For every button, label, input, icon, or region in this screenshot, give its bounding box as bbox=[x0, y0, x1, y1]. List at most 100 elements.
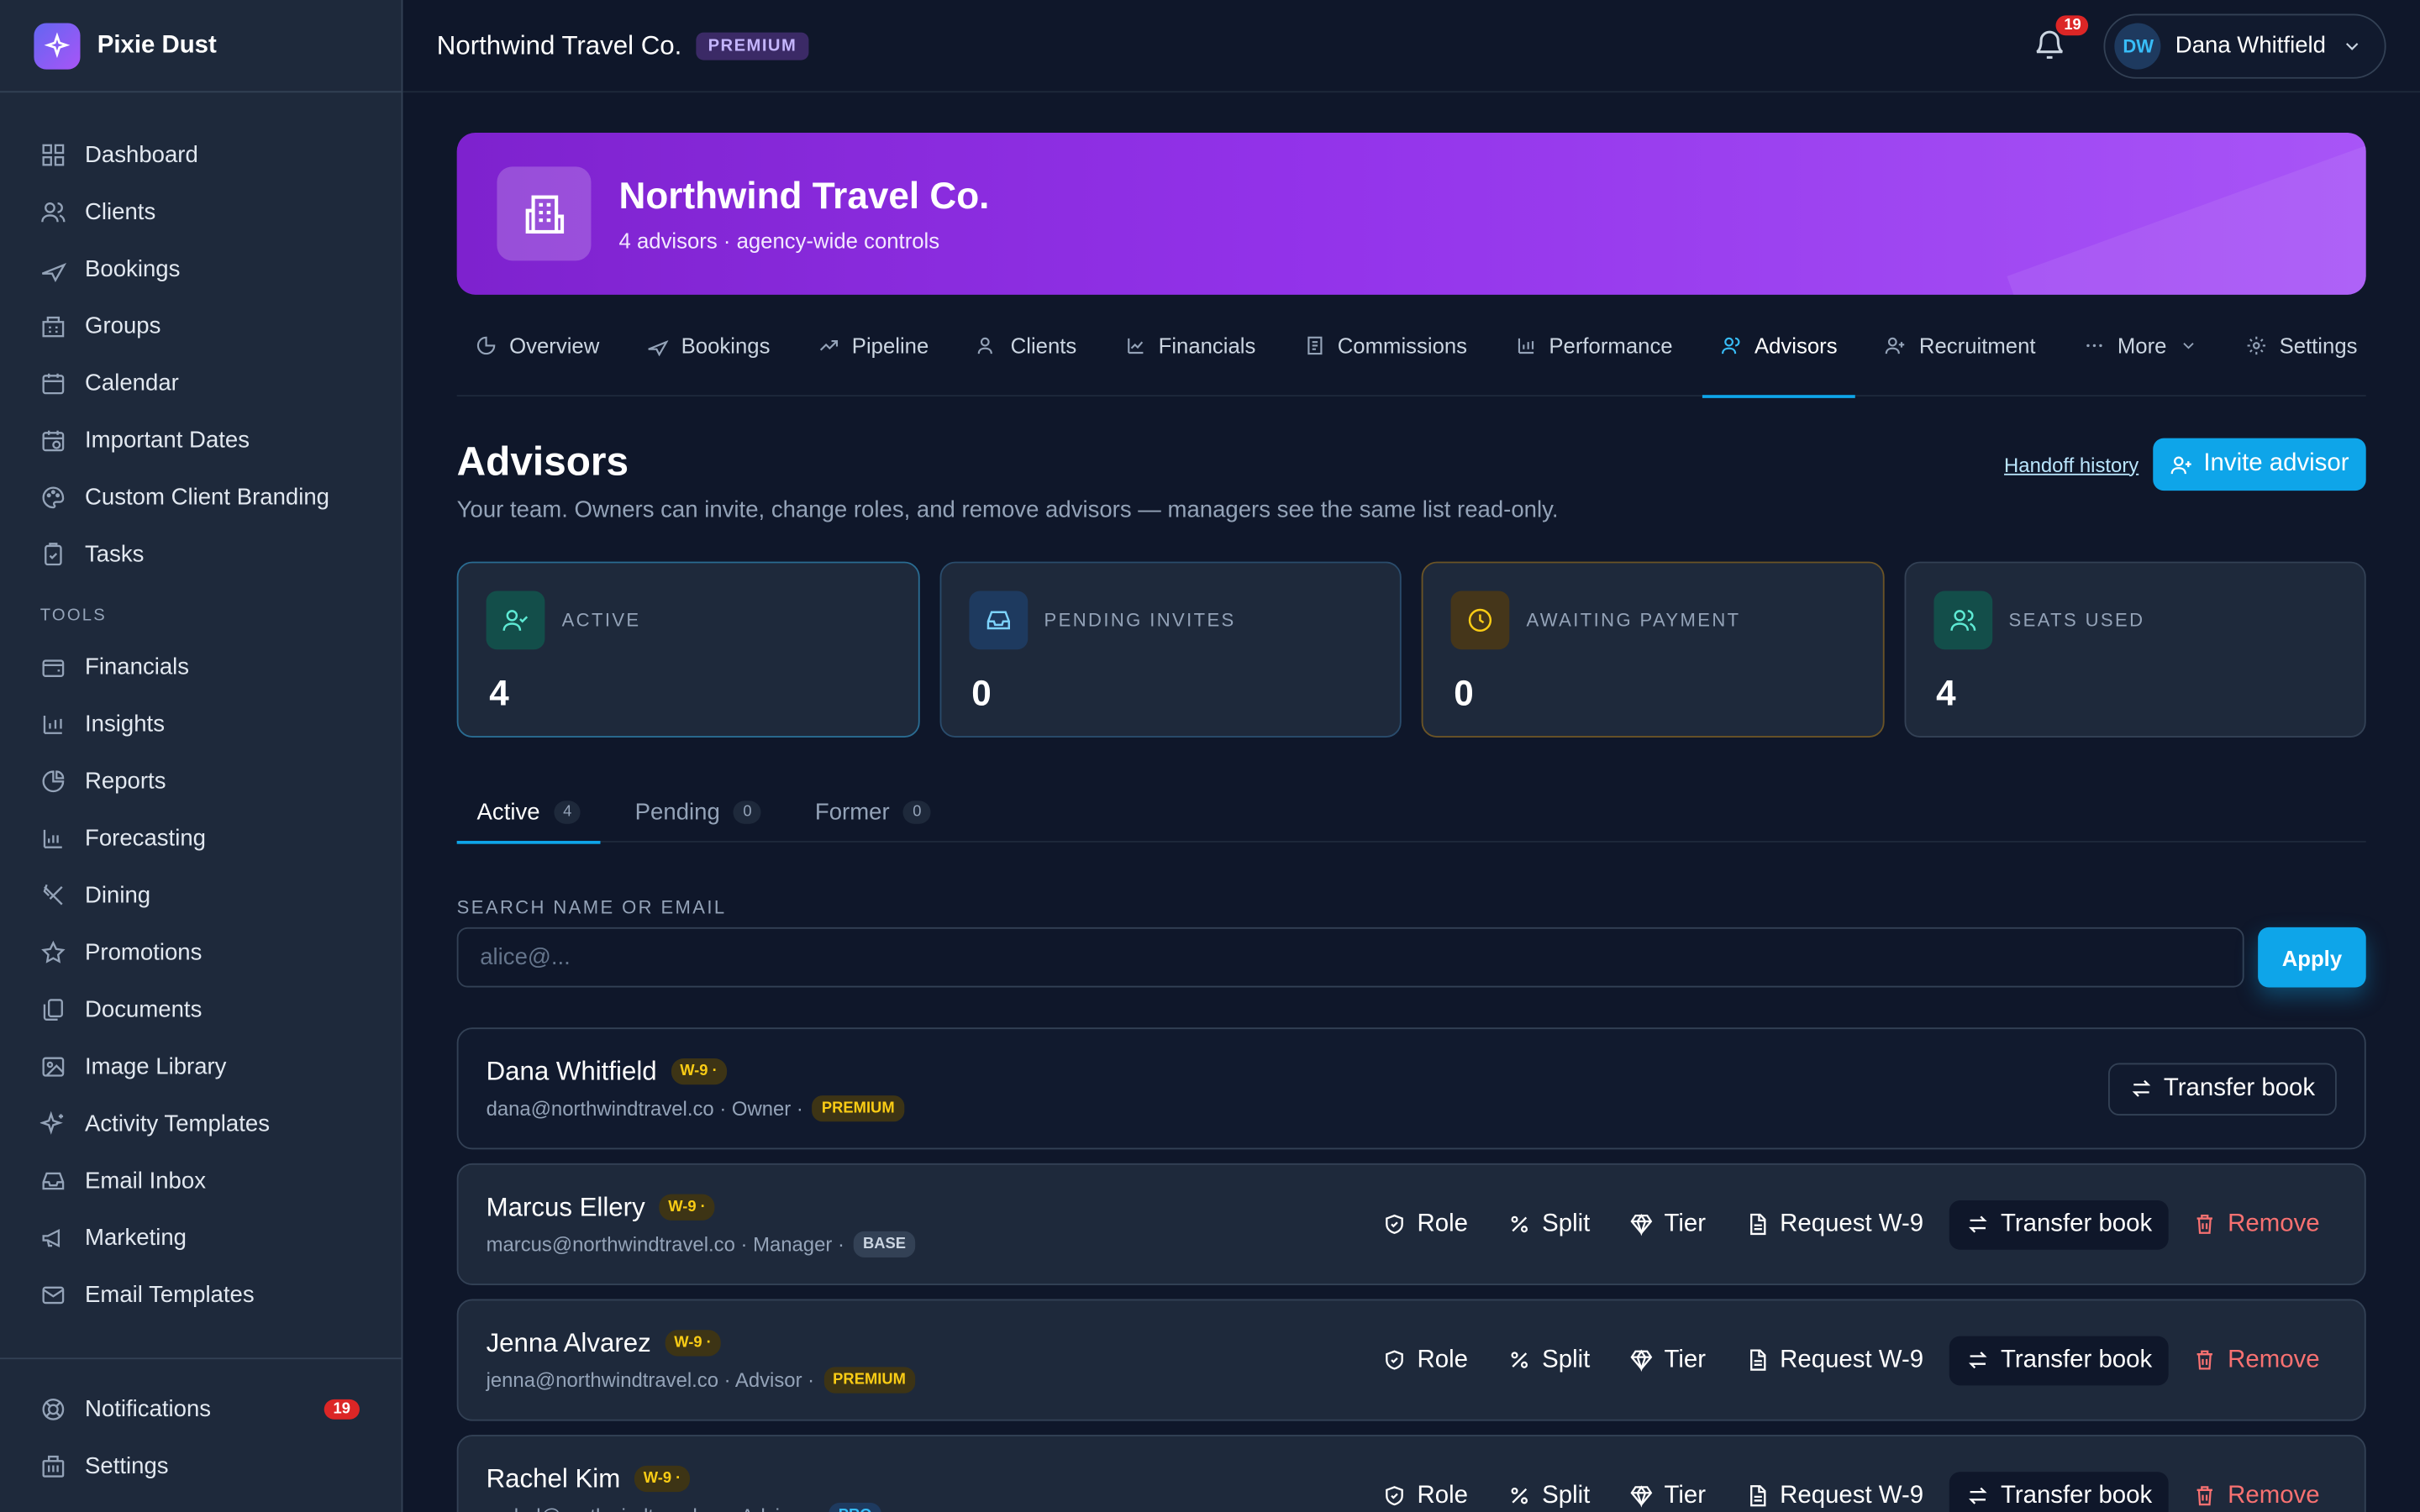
tab-clients[interactable]: Clients bbox=[976, 295, 1076, 396]
sidebar-item-email-inbox[interactable]: Email Inbox bbox=[0, 1152, 402, 1210]
sidebar-item-insights[interactable]: Insights bbox=[0, 696, 402, 753]
sidebar-item-activity-templates[interactable]: Activity Templates bbox=[0, 1095, 402, 1152]
tab-performance[interactable]: Performance bbox=[1515, 295, 1673, 396]
transfer-book-button[interactable]: Transfer book bbox=[1949, 1335, 2170, 1385]
role-button[interactable]: Role bbox=[1383, 1336, 1468, 1385]
line-chart-icon bbox=[1124, 335, 1146, 357]
sidebar-item-clients[interactable]: Clients bbox=[0, 184, 402, 241]
sidebar-item-calendar[interactable]: Calendar bbox=[0, 354, 402, 412]
user-menu-button[interactable]: DW Dana Whitfield bbox=[2104, 13, 2386, 78]
remove-button[interactable]: Remove bbox=[2194, 1471, 2320, 1512]
action-label: Split bbox=[1542, 1210, 1591, 1237]
notifications-button[interactable]: 19 bbox=[2033, 14, 2089, 64]
role-button[interactable]: Role bbox=[1383, 1471, 1468, 1512]
tab-commissions[interactable]: Commissions bbox=[1303, 295, 1467, 396]
calendar-clock-icon bbox=[40, 428, 66, 454]
sidebar-item-documents[interactable]: Documents bbox=[0, 981, 402, 1038]
action-label: Tier bbox=[1664, 1482, 1706, 1509]
sidebar-item-forecasting[interactable]: Forecasting bbox=[0, 810, 402, 867]
sidebar-item-reports[interactable]: Reports bbox=[0, 753, 402, 810]
advisor-meta: jenna@northwindtravel.co · Advisor · bbox=[486, 1368, 815, 1391]
sidebar-item-dining[interactable]: Dining bbox=[0, 867, 402, 924]
action-label: Tier bbox=[1664, 1210, 1706, 1237]
sidebar-item-custom-client-branding[interactable]: Custom Client Branding bbox=[0, 469, 402, 526]
star-icon bbox=[40, 940, 66, 966]
sidebar-item-image-library[interactable]: Image Library bbox=[0, 1038, 402, 1095]
tier-button[interactable]: Tier bbox=[1630, 1200, 1706, 1249]
more-horizontal-icon bbox=[2083, 335, 2105, 357]
w9-badge: W-9 · bbox=[665, 1330, 721, 1357]
users-icon bbox=[976, 335, 998, 357]
search-input[interactable] bbox=[456, 927, 2244, 988]
advisor-row: Jenna Alvarez W-9 · jenna@northwindtravel… bbox=[456, 1299, 2366, 1421]
tab-overview[interactable]: Overview bbox=[476, 295, 599, 396]
request-w9-button[interactable]: Request W-9 bbox=[1746, 1336, 1923, 1385]
action-label: Remove bbox=[2228, 1346, 2320, 1373]
brand[interactable]: Pixie Dust bbox=[0, 0, 402, 93]
remove-button[interactable]: Remove bbox=[2194, 1336, 2320, 1385]
invite-advisor-button[interactable]: Invite advisor bbox=[2152, 438, 2366, 491]
apply-button[interactable]: Apply bbox=[2258, 927, 2366, 988]
sidebar-item-financials[interactable]: Financials bbox=[0, 638, 402, 696]
advisor-name: Marcus Ellery bbox=[486, 1191, 645, 1221]
split-button[interactable]: Split bbox=[1508, 1200, 1591, 1249]
arrows-swap-icon bbox=[1967, 1213, 1991, 1236]
sidebar-item-groups[interactable]: Groups bbox=[0, 297, 402, 354]
request-w9-button[interactable]: Request W-9 bbox=[1746, 1200, 1923, 1249]
split-button[interactable]: Split bbox=[1508, 1336, 1590, 1385]
tab-financials[interactable]: Financials bbox=[1124, 295, 1255, 396]
action-label: Split bbox=[1542, 1482, 1591, 1509]
files-icon bbox=[40, 997, 66, 1023]
transfer-book-button[interactable]: Transfer book bbox=[1949, 1471, 2170, 1512]
sidebar-item-settings[interactable]: Settings bbox=[0, 1438, 402, 1495]
split-button[interactable]: Split bbox=[1508, 1471, 1591, 1512]
subtab-label: Pending bbox=[634, 798, 720, 825]
user-check-icon bbox=[486, 591, 545, 650]
remove-button[interactable]: Remove bbox=[2194, 1200, 2320, 1249]
avatar: DW bbox=[2115, 22, 2162, 69]
subtab-pending[interactable]: Pending 0 bbox=[615, 780, 781, 842]
page-subtitle: Your team. Owners can invite, change rol… bbox=[456, 496, 1559, 523]
stat-label: ACTIVE bbox=[561, 609, 641, 632]
stat-card-seats-used: SEATS USED 4 bbox=[1903, 561, 2366, 738]
utensils-icon bbox=[40, 883, 66, 909]
tab-advisors[interactable]: Advisors bbox=[1702, 295, 1855, 398]
action-label: Request W-9 bbox=[1780, 1482, 1924, 1509]
sidebar-item-promotions[interactable]: Promotions bbox=[0, 924, 402, 981]
sidebar-item-notifications[interactable]: Notifications 19 bbox=[0, 1381, 402, 1438]
action-label: Transfer book bbox=[2000, 1210, 2153, 1237]
sidebar-item-tasks[interactable]: Tasks bbox=[0, 526, 402, 583]
action-label: Transfer book bbox=[2000, 1346, 2153, 1373]
sidebar-item-label: Email Inbox bbox=[85, 1168, 206, 1194]
sidebar-item-email-templates[interactable]: Email Templates bbox=[0, 1267, 402, 1324]
tab-label: Bookings bbox=[681, 333, 771, 359]
tab-pipeline[interactable]: Pipeline bbox=[818, 295, 929, 396]
tab-bookings[interactable]: Bookings bbox=[647, 295, 770, 396]
transfer-book-button[interactable]: Transfer book bbox=[2107, 1062, 2337, 1116]
w9-badge: W-9 · bbox=[671, 1058, 727, 1085]
subtab-active[interactable]: Active 4 bbox=[456, 780, 602, 844]
sidebar-item-bookings[interactable]: Bookings bbox=[0, 241, 402, 298]
role-button[interactable]: Role bbox=[1383, 1200, 1468, 1249]
tab-recruitment[interactable]: Recruitment bbox=[1886, 295, 2036, 396]
file-text-icon bbox=[1746, 1213, 1770, 1236]
handoff-history-link[interactable]: Handoff history bbox=[2004, 453, 2139, 476]
advisor-row: Rachel Kim W-9 · rachel@northwindtravel.c… bbox=[456, 1435, 2366, 1512]
page-title: Advisors bbox=[456, 438, 629, 485]
file-text-icon bbox=[1746, 1348, 1770, 1372]
tab-label: Recruitment bbox=[1918, 333, 2036, 359]
sidebar-item-dashboard[interactable]: Dashboard bbox=[0, 127, 402, 184]
subtab-former[interactable]: Former 0 bbox=[795, 780, 950, 842]
request-w9-button[interactable]: Request W-9 bbox=[1746, 1471, 1923, 1512]
sidebar-item-important-dates[interactable]: Important Dates bbox=[0, 412, 402, 469]
sidebar-item-label: Documents bbox=[85, 996, 203, 1023]
sidebar-item-marketing[interactable]: Marketing bbox=[0, 1210, 402, 1267]
tab-settings[interactable]: Settings bbox=[2245, 295, 2357, 396]
percent-icon bbox=[1508, 1348, 1532, 1372]
tier-button[interactable]: Tier bbox=[1630, 1336, 1706, 1385]
transfer-book-button[interactable]: Transfer book bbox=[1949, 1200, 2170, 1249]
tier-button[interactable]: Tier bbox=[1630, 1471, 1706, 1512]
sidebar-item-label: Financials bbox=[85, 654, 190, 681]
tab-more[interactable]: More bbox=[2083, 295, 2197, 396]
stat-label: SEATS USED bbox=[2008, 609, 2145, 632]
